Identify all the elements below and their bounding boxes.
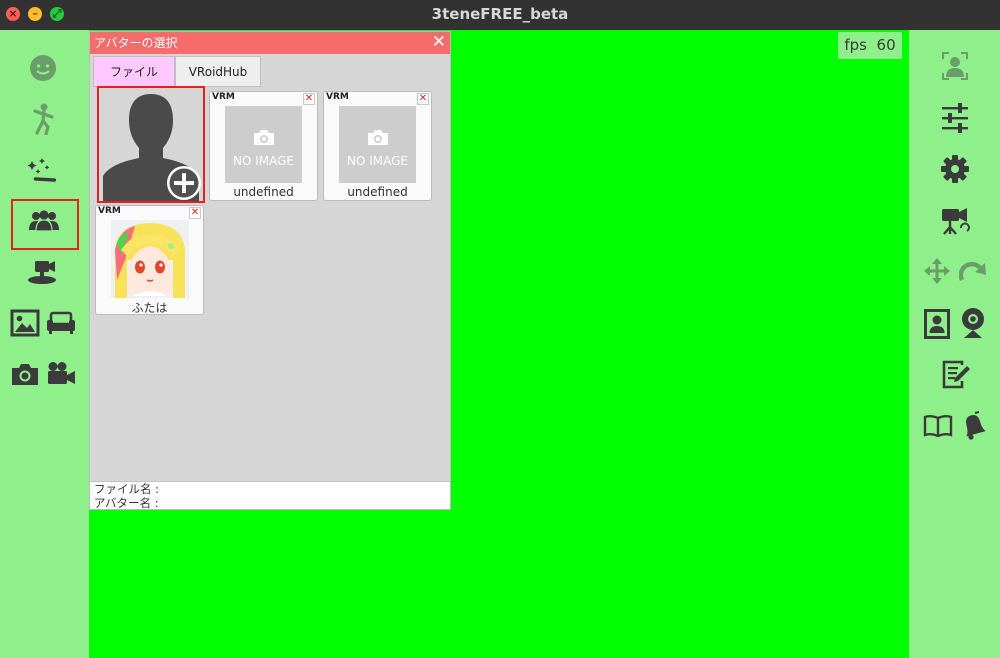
avatar-name-label: アバター名 : bbox=[94, 496, 159, 510]
avatar-card-name: undefined bbox=[233, 185, 294, 199]
fps-counter: fps 60 bbox=[838, 32, 902, 59]
add-avatar-button[interactable] bbox=[97, 86, 205, 203]
remove-avatar-button[interactable]: ✕ bbox=[303, 93, 315, 105]
panel-header: アバターの選択 ✕ bbox=[90, 32, 450, 54]
avatar-card[interactable]: VRM ✕ NO IMAGE undefined bbox=[209, 91, 318, 201]
avatar-portrait-thumbnail bbox=[111, 220, 189, 298]
avatar-info-area: ファイル名 : アバター名 : bbox=[90, 481, 450, 510]
silhouette-placeholder-icon bbox=[103, 94, 201, 201]
book-icon[interactable] bbox=[922, 412, 954, 440]
gear-icon[interactable] bbox=[940, 154, 970, 184]
note-edit-icon[interactable] bbox=[940, 358, 972, 390]
dance-pose-icon[interactable] bbox=[29, 102, 59, 136]
rotate-icon[interactable] bbox=[958, 258, 988, 286]
no-image-placeholder: NO IMAGE bbox=[339, 106, 416, 183]
vrm-tag: VRM bbox=[98, 206, 121, 216]
face-tracking-icon[interactable] bbox=[940, 50, 970, 82]
panel-close-button[interactable]: ✕ bbox=[432, 32, 446, 53]
image-icon[interactable] bbox=[9, 308, 41, 338]
camera-icon bbox=[368, 130, 388, 145]
avatar-card-name: undefined bbox=[347, 185, 408, 199]
bell-icon[interactable] bbox=[958, 410, 990, 442]
portrait-icon[interactable] bbox=[922, 308, 952, 340]
avatar-card[interactable]: VRM ✕ NO IMAGE undefined bbox=[323, 91, 432, 201]
sliders-icon[interactable] bbox=[940, 102, 970, 134]
panel-title: アバターの選択 bbox=[94, 36, 178, 50]
camera-icon bbox=[254, 130, 274, 145]
avatar-select-panel: アバターの選択 ✕ ファイル VRoidHub VRM ✕ NO IMAGE u… bbox=[89, 31, 451, 510]
camera-stand-icon[interactable] bbox=[26, 258, 60, 288]
video-camera-icon[interactable] bbox=[45, 360, 77, 388]
no-image-placeholder: NO IMAGE bbox=[225, 106, 302, 183]
move-arrows-icon[interactable] bbox=[922, 256, 952, 286]
movie-camera-icon[interactable] bbox=[938, 204, 972, 236]
file-name-label: ファイル名 : bbox=[94, 482, 160, 496]
remove-avatar-button[interactable]: ✕ bbox=[417, 93, 429, 105]
avatar-card[interactable]: VRM ✕ ふたは bbox=[95, 205, 204, 315]
avatar-group-icon[interactable] bbox=[27, 208, 61, 234]
window-title: 3teneFREE_beta bbox=[431, 5, 569, 23]
vrm-tag: VRM bbox=[326, 92, 349, 102]
sofa-icon[interactable] bbox=[45, 310, 77, 336]
vrm-tag: VRM bbox=[212, 92, 235, 102]
no-image-label: NO IMAGE bbox=[346, 154, 408, 168]
avatar-card-name: ふたは bbox=[131, 301, 168, 315]
photo-camera-icon[interactable] bbox=[9, 360, 41, 388]
webcam-icon[interactable] bbox=[958, 306, 988, 340]
tab-vroidhub[interactable]: VRoidHub bbox=[175, 56, 261, 87]
right-sidebar bbox=[909, 30, 1000, 658]
magic-wand-icon[interactable] bbox=[27, 154, 59, 186]
fps-value: 60 bbox=[876, 36, 896, 54]
face-icon[interactable] bbox=[27, 52, 59, 84]
remove-avatar-button[interactable]: ✕ bbox=[189, 207, 201, 219]
no-image-label: NO IMAGE bbox=[232, 154, 294, 168]
tab-file[interactable]: ファイル bbox=[93, 56, 175, 87]
title-bar: × – ⤢ 3teneFREE_beta bbox=[0, 0, 1000, 30]
fps-label: fps bbox=[844, 36, 867, 54]
left-sidebar bbox=[0, 30, 89, 658]
